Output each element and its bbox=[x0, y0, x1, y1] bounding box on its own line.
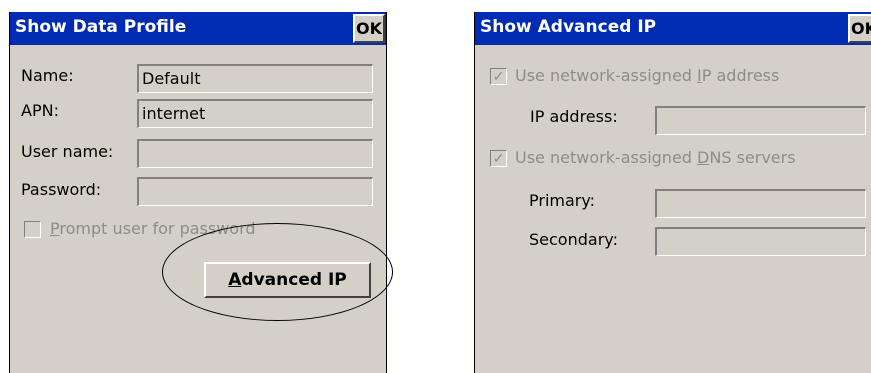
name-field[interactable]: Default bbox=[137, 64, 373, 93]
title-bar: Show Data Profile OK bbox=[10, 12, 386, 45]
ip-label-post: P address bbox=[701, 66, 780, 85]
dialog-title: Show Data Profile bbox=[15, 17, 187, 37]
password-field[interactable] bbox=[137, 177, 373, 206]
prompt-label-rest: rompt user for password bbox=[59, 219, 256, 238]
prompt-mnemonic: P bbox=[50, 219, 60, 238]
user-name-label: User name: bbox=[21, 142, 114, 161]
title-bar: Show Advanced IP OK bbox=[475, 12, 871, 45]
ip-address-field[interactable] bbox=[655, 106, 866, 135]
apn-field[interactable]: internet bbox=[137, 99, 373, 128]
dns-network-assigned-label: Use network-assigned DNS servers bbox=[515, 148, 796, 167]
ip-address-label: IP address: bbox=[530, 107, 618, 126]
ip-network-assigned-label: Use network-assigned IP address bbox=[515, 66, 779, 85]
primary-dns-field[interactable] bbox=[655, 189, 866, 218]
ok-button[interactable]: OK bbox=[353, 14, 385, 43]
name-label: Name: bbox=[21, 66, 74, 85]
prompt-password-label: Prompt user for password bbox=[50, 219, 256, 238]
ok-button[interactable]: OK bbox=[848, 14, 871, 43]
show-data-profile-dialog: Show Data Profile OK Name: Default APN: … bbox=[9, 12, 387, 373]
checkmark-icon: ✓ bbox=[492, 68, 505, 84]
advanced-mnemonic: A bbox=[228, 270, 242, 290]
show-advanced-ip-dialog: Show Advanced IP OK ✓ Use network-assign… bbox=[474, 12, 871, 373]
user-name-field[interactable] bbox=[137, 139, 373, 168]
password-label: Password: bbox=[21, 180, 102, 199]
dns-network-assigned-checkbox[interactable]: ✓ bbox=[490, 150, 507, 167]
prompt-password-checkbox[interactable] bbox=[24, 221, 41, 238]
ip-label-pre: Use network-assigned bbox=[515, 66, 698, 85]
advanced-label-rest: dvanced IP bbox=[241, 270, 347, 290]
advanced-ip-button[interactable]: Advanced IP bbox=[204, 262, 371, 298]
dns-label-pre: Use network-assigned bbox=[515, 148, 698, 167]
secondary-dns-field[interactable] bbox=[655, 227, 866, 256]
apn-label: APN: bbox=[21, 101, 59, 120]
primary-label: Primary: bbox=[529, 191, 596, 210]
screenshot-stage: Show Data Profile OK Name: Default APN: … bbox=[0, 0, 871, 373]
dns-mnemonic: D bbox=[697, 148, 710, 167]
secondary-label: Secondary: bbox=[529, 230, 618, 249]
dialog-title: Show Advanced IP bbox=[480, 17, 657, 37]
checkmark-icon: ✓ bbox=[492, 150, 505, 166]
ip-network-assigned-checkbox[interactable]: ✓ bbox=[490, 68, 507, 85]
dns-label-post: NS servers bbox=[709, 148, 796, 167]
